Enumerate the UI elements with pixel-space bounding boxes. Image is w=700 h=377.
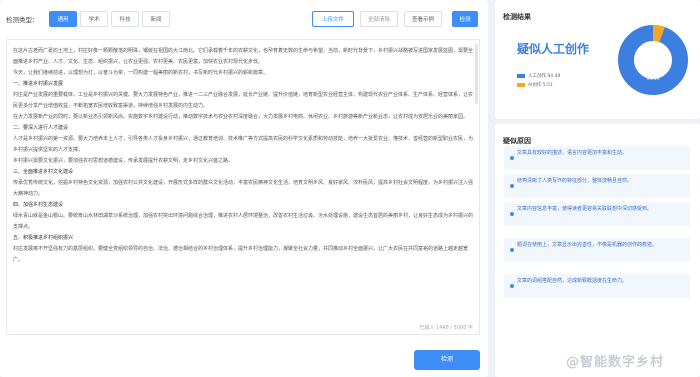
verdict-text: 疑似人工创作 <box>517 42 590 56</box>
reason-text: 文章内容信息丰富，使得读者更容易关联联想中深切感受到。 <box>517 206 653 212</box>
reason-item: 文章的词组搭配自然，达成新颖概括度在生命力。 <box>504 274 690 298</box>
upload-file-button[interactable]: 上传文件 <box>312 11 354 27</box>
editor-paragraph: 人才是乡村振兴的第一资源。要大力培养本土人才，引导各类人才投身乡村振兴，通过教育… <box>13 136 474 153</box>
editor-paragraph: 今天，让我们继续前进，以理想为灯，以奋斗为桨，一同构建一幅美丽的新农村，书写新时… <box>13 70 269 76</box>
reason-text: 结构清晰了人类写作的特征部分，整体流畅且自然。 <box>517 178 633 184</box>
tab-academic[interactable]: 学术 <box>80 11 108 27</box>
bullet-icon <box>510 284 514 288</box>
legend-label-human: 人工创作 94.49 <box>528 74 561 79</box>
result-donut-chart: 94.49 <box>618 25 688 95</box>
editor-paragraph: 乡村振兴需要文化振兴，要加强农村思想道德建设，传承发展提升农耕文明，走乡村文化兴… <box>13 158 234 164</box>
editor-content: 在这片古老而广袤的土地上，村庄好像一颗颗散落的明珠，镶嵌在祖国的大江南北。它们承… <box>13 46 473 266</box>
bullet-icon <box>510 248 514 252</box>
reason-item: 文章具有较好的描述，语言内容更加丰富和生动。 <box>504 146 690 170</box>
legend-swatch-ai <box>517 82 525 87</box>
reason-item: 题词在使用上，文章显示出完善性，不像是机器的创作的痕迹。 <box>504 238 690 262</box>
view-sample-button[interactable]: 查看示例 <box>404 11 442 27</box>
clear-all-button[interactable]: 全部清除 <box>360 11 398 27</box>
reason-text: 文章具有较好的描述，语言内容更加丰富和生动。 <box>517 150 628 156</box>
reason-text: 题词在使用上，文章显示出完善性，不像是机器的创作的痕迹。 <box>517 242 658 248</box>
reason-item: 文章内容信息丰富，使得读者更容易关联联想中深切感受到。 <box>504 202 690 226</box>
detect-button[interactable]: 检测 <box>414 350 480 370</box>
text-editor[interactable]: 在这片古老而广袤的土地上，村庄好像一颗颗散落的明珠，镶嵌在祖国的大江南北。它们承… <box>6 39 480 335</box>
result-title: 检测结果 <box>503 13 531 21</box>
reason-text: 文章的词组搭配自然，达成新颖概括度在生命力。 <box>517 278 628 284</box>
detect-type-label: 检测类型： <box>6 16 39 24</box>
editor-scrollbar[interactable] <box>475 44 478 104</box>
tab-general[interactable]: 通用 <box>49 11 77 27</box>
watermark: @智能数字乡村 <box>566 355 665 370</box>
reasons-title: 疑似原因 <box>503 137 531 145</box>
tab-news[interactable]: 新闻 <box>142 11 170 27</box>
editor-paragraph: 在这片古老而广袤的土地上，村庄好像一颗颗散落的明珠，镶嵌在祖国的大江南北。它们承… <box>13 48 474 65</box>
char-counter: 已输入 1448 / 5000 字 <box>419 325 474 331</box>
legend-label-ai: AI创作 5.51 <box>528 83 553 88</box>
reason-item: 结构清晰了人类写作的特征部分，整体流畅且自然。 <box>504 174 690 198</box>
tab-tech[interactable]: 科技 <box>111 11 139 27</box>
bullet-icon <box>510 156 514 160</box>
bullet-icon <box>510 212 514 216</box>
editor-paragraph: 传承优秀传统文化，挖掘乡村特色文化资源，加强农村公共文化建设，开展形式多样的群众… <box>13 180 474 197</box>
reasons-panel: 疑似原因 文章具有较好的描述，语言内容更加丰富和生动。 结构清晰了人类写作的特征… <box>495 124 700 377</box>
editor-paragraph: 村庄是产业发展的重要载体，工业是乡村振兴的关键。要大力发展特色产业，推进一二三产… <box>13 92 474 109</box>
editor-heading: 三、全面推进乡村文化建设 <box>13 169 74 175</box>
editor-paragraph: 村庄发展离不开坚强有力的基层组织。要健全党组织领导的自治、法治、德治相结合的乡村… <box>13 246 469 263</box>
legend-ai: AI创作 5.51 <box>517 82 553 88</box>
detect-top-button[interactable]: 检测 <box>452 11 478 27</box>
legend-human: 人工创作 94.49 <box>517 73 560 79</box>
editor-panel: 检测类型： 通用 学术 科技 新闻 上传文件 全部清除 查看示例 检测 在这片古… <box>0 0 488 377</box>
editor-heading: 一、推进乡村振兴发展 <box>13 81 64 87</box>
editor-heading: 二、要深入进行人才建设 <box>13 125 69 131</box>
editor-heading: 五、积极推进乡村组织振兴 <box>13 235 74 241</box>
editor-paragraph: 绿水青山就是金山银山。要统筹山水林田湖草沙系统治理，加强农村突出环境问题综合治理… <box>13 213 474 230</box>
editor-paragraph: 在大力发展新产业的同时，要以新业态引领新风尚。实施数字乡村建设行动，推动数字技术… <box>13 114 469 120</box>
legend-swatch-human <box>517 73 525 78</box>
donut-center-value: 94.49 <box>647 76 660 82</box>
bullet-icon <box>510 184 514 188</box>
toolbar: 检测类型： 通用 学术 科技 新闻 上传文件 全部清除 查看示例 检测 <box>6 11 482 27</box>
editor-heading: 四、加强乡村生态建设 <box>13 202 64 208</box>
result-panel: 检测结果 疑似人工创作 人工创作 94.49 AI创作 5.51 94.49 <box>495 0 700 119</box>
